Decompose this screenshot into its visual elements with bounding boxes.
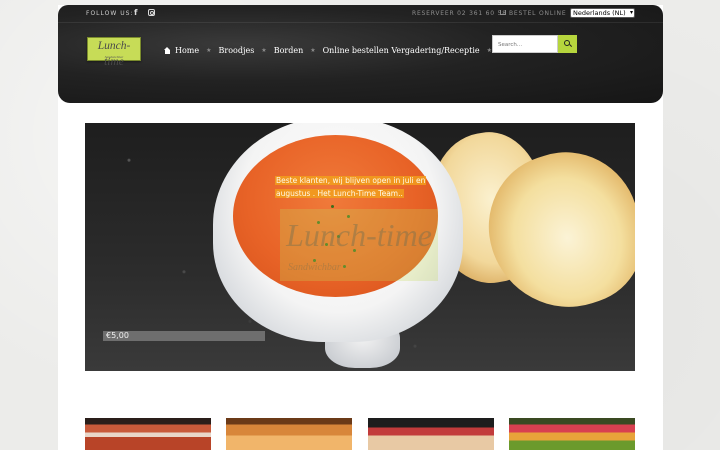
reserve-phone-link[interactable]: RESERVEER 02 361 60 58 <box>412 10 507 17</box>
watermark-text: Lunch-time <box>286 217 432 253</box>
facebook-icon[interactable]: f <box>134 8 137 17</box>
nav-item-borden[interactable]: Borden <box>274 46 304 55</box>
search-input[interactable]: Search... <box>492 35 558 53</box>
site-logo[interactable]: Lunch-time Sandwichbar <box>87 37 141 68</box>
nav-item-online-bestellen[interactable]: Online bestellen Vergadering/Receptie <box>323 46 480 55</box>
language-select[interactable]: Nederlands (NL) ▾ <box>570 8 635 18</box>
logo-text: Lunch-time <box>97 40 131 68</box>
order-online-link[interactable]: BESTEL ONLINE <box>509 10 566 17</box>
cart-icon <box>500 10 506 15</box>
hero-slider[interactable]: Lunch-time Sandwichbar Beste klanten, wi… <box>85 123 635 371</box>
product-thumbnail[interactable] <box>85 418 211 450</box>
logo-tagline: Sandwichbar <box>104 55 124 59</box>
product-thumbnail[interactable] <box>368 418 494 450</box>
search-button[interactable] <box>558 35 577 53</box>
caption-line-1: Beste klanten, wij blijven open in juli … <box>275 176 427 185</box>
hero-caption: Beste klanten, wij blijven open in juli … <box>275 174 449 200</box>
instagram-icon[interactable] <box>148 9 155 16</box>
star-separator-icon: ★ <box>261 46 267 54</box>
star-separator-icon: ★ <box>206 46 212 54</box>
logo-watermark: Lunch-time Sandwichbar <box>280 209 438 281</box>
product-thumbnail[interactable] <box>226 418 352 450</box>
watermark-sub: Sandwichbar <box>288 262 341 273</box>
caption-line-2: augustus . Het Lunch-Time Team.. <box>275 189 404 198</box>
star-separator-icon: ★ <box>310 46 316 54</box>
site-header: FOLLOW US: f RESERVEER 02 361 60 58 BEST… <box>58 5 663 103</box>
main-nav: Home ★ Broodjes ★ Borden ★ Online bestel… <box>164 43 531 57</box>
follow-us-label: FOLLOW US: <box>86 10 134 17</box>
nav-item-label: Home <box>175 45 200 55</box>
nav-item-home[interactable]: Home <box>164 46 199 55</box>
language-select-value: Nederlands (NL) <box>573 9 626 17</box>
top-bar: FOLLOW US: f RESERVEER 02 361 60 58 BEST… <box>58 5 663 23</box>
chevron-down-icon: ▾ <box>629 9 633 16</box>
nav-item-broodjes[interactable]: Broodjes <box>219 46 255 55</box>
price-label: €5,00 <box>103 331 265 341</box>
home-icon <box>164 46 171 54</box>
product-thumbnail[interactable] <box>509 418 635 450</box>
